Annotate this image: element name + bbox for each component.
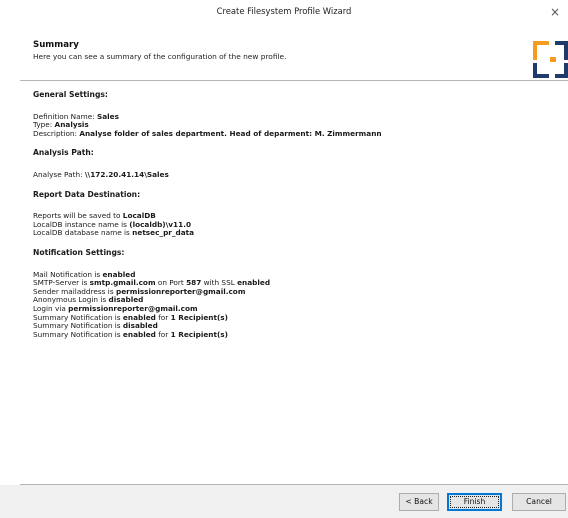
summary-notification-line: Summary Notification is enabled for 1 Re… xyxy=(33,329,228,339)
analyse-path-line: Analyse Path: \\172.20.41.14\Sales xyxy=(33,169,169,179)
analyse-path-value: \\172.20.41.14\Sales xyxy=(84,169,169,179)
notification-settings-heading: Notification Settings: xyxy=(33,247,125,257)
description-line: Description: Analyse folder of sales dep… xyxy=(33,128,382,138)
cancel-button[interactable]: Cancel xyxy=(512,493,566,511)
analysis-path-heading: Analysis Path: xyxy=(33,148,94,158)
description-value: Analyse folder of sales department. Head… xyxy=(79,128,382,138)
report-destination-heading: Report Data Destination: xyxy=(33,189,141,199)
page-subtitle: Here you can see a summary of the config… xyxy=(33,52,287,61)
header-divider xyxy=(20,80,568,81)
summary-content: General Settings: Definition Name: Sales… xyxy=(33,90,553,339)
app-logo-icon xyxy=(533,41,568,78)
back-button[interactable]: < Back xyxy=(399,493,439,511)
finish-button[interactable]: Finish xyxy=(447,493,502,511)
page-title: Summary xyxy=(33,40,79,50)
window-title: Create Filesystem Profile Wizard xyxy=(216,6,352,16)
definition-name-line: Definition Name: Sales xyxy=(33,111,119,121)
title-bar: Create Filesystem Profile Wizard × xyxy=(0,0,568,26)
close-icon[interactable]: × xyxy=(546,3,564,21)
database-line: LocalDB database name is netsec_pr_data xyxy=(33,228,195,238)
wizard-header: Summary Here you can see a summary of th… xyxy=(0,26,568,80)
general-settings-heading: General Settings: xyxy=(33,90,108,99)
definition-name-value: Sales xyxy=(96,111,119,121)
